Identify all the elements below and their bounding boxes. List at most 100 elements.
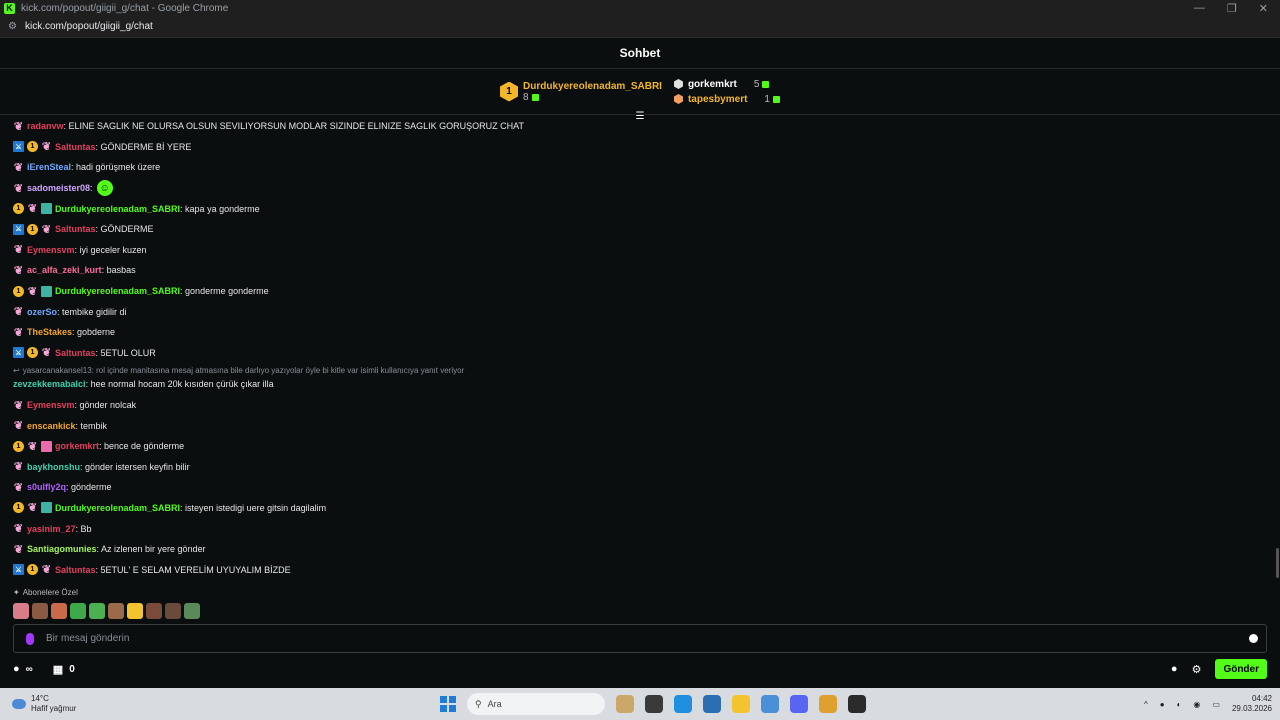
chat-username[interactable]: zevzekkemabalci <box>13 379 86 389</box>
og-badge-icon[interactable]: ❦ <box>13 461 24 473</box>
chat-username[interactable]: Saltuntas <box>55 348 96 358</box>
close-icon[interactable]: ✕ <box>1259 2 1268 15</box>
taskbar-app-icon[interactable] <box>645 695 663 713</box>
taskbar-app-icon[interactable] <box>616 695 634 713</box>
quick-emote-icon[interactable] <box>32 603 48 619</box>
scrollbar[interactable] <box>1276 548 1279 578</box>
chat-message-list[interactable]: ❦ radanvw: ELINE SAGLIK NE OLURSA OLSUN S… <box>0 116 1280 586</box>
chat-bubble-icon[interactable]: ● <box>1171 663 1178 675</box>
taskbar-app-icon[interactable] <box>848 695 866 713</box>
quick-emote-icon[interactable] <box>51 603 67 619</box>
chat-message[interactable]: ❦ iErenSteal: hadi görüşmek üzere <box>13 157 1280 178</box>
subscriber-badge-icon[interactable]: 1 <box>27 141 38 153</box>
gifter-badge-icon[interactable] <box>41 440 52 452</box>
gift-box-icon[interactable]: ▦ <box>53 663 63 676</box>
taskbar-app-icon[interactable] <box>674 695 692 713</box>
subscriber-badge-icon[interactable]: 1 <box>13 203 24 215</box>
moderator-badge-icon[interactable]: ⚔ <box>13 564 24 576</box>
leaderboard-first[interactable]: 1 Durdukyereolenadam_SABRI 8 <box>500 81 662 103</box>
og-badge-icon[interactable]: ❦ <box>13 420 24 432</box>
quick-emote-icon[interactable] <box>127 603 143 619</box>
message-input-box[interactable] <box>13 624 1267 653</box>
battery-icon[interactable]: ▭ <box>1212 700 1220 709</box>
message-input[interactable] <box>46 633 1249 644</box>
minimize-icon[interactable]: — <box>1194 2 1205 15</box>
chat-username[interactable]: ozerSo <box>27 307 57 317</box>
og-badge-icon[interactable]: ❦ <box>41 224 52 236</box>
chat-username[interactable]: Santiagomunies <box>27 544 97 554</box>
gear-icon[interactable]: ⚙ <box>1192 663 1202 676</box>
moderator-badge-icon[interactable]: ⚔ <box>13 223 24 235</box>
og-badge-icon[interactable]: ❦ <box>13 544 24 556</box>
url-text[interactable]: kick.com/popout/giigii_g/chat <box>25 21 153 32</box>
chat-message[interactable]: 1 ❦ Durdukyereolenadam_SABRI: kapa ya gond… <box>13 198 1280 219</box>
subscriber-badge-icon[interactable]: 1 <box>13 440 24 452</box>
subscriber-badge-icon[interactable]: 1 <box>13 502 24 514</box>
subscriber-badge-icon[interactable]: 1 <box>27 347 38 359</box>
og-badge-icon[interactable]: ❦ <box>13 265 24 277</box>
gift-badge-icon[interactable] <box>41 502 52 514</box>
send-button[interactable]: Gönder <box>1215 659 1267 679</box>
quick-emote-icon[interactable] <box>146 603 162 619</box>
chat-username[interactable]: gorkemkrt <box>55 441 99 451</box>
chat-username[interactable]: baykhonshu <box>27 462 80 472</box>
og-badge-icon[interactable]: ❦ <box>13 162 24 174</box>
microphone-tray-icon[interactable]: ● <box>1160 700 1165 709</box>
volume-icon[interactable]: ◉ <box>1193 700 1200 709</box>
start-button-icon[interactable] <box>440 696 456 712</box>
subscriber-badge-icon[interactable]: 1 <box>13 285 24 297</box>
network-icon[interactable]: ◐ <box>1177 700 1182 709</box>
chat-username[interactable]: iErenSteal <box>27 162 71 172</box>
quick-emote-icon[interactable] <box>13 603 29 619</box>
chat-username[interactable]: Saltuntas <box>55 142 96 152</box>
og-badge-icon[interactable]: ❦ <box>27 502 38 514</box>
quick-emote-icon[interactable] <box>70 603 86 619</box>
og-badge-icon[interactable]: ❦ <box>13 306 24 318</box>
chat-username[interactable]: enscankick <box>27 421 76 431</box>
chat-message[interactable]: ❦ Santiagomunies: Az izlenen bir yere gön… <box>13 539 1280 560</box>
tray-expand-icon[interactable]: ^ <box>1144 700 1148 709</box>
chat-message[interactable]: ⚔ 1 ❦ Saltuntas: 5ETUL' E SELAM VERELİM UYU… <box>13 559 1280 580</box>
taskbar-app-icon[interactable] <box>790 695 808 713</box>
chat-message[interactable]: ❦ s0ulfly2q: gönderme <box>13 477 1280 498</box>
chat-message[interactable]: ❦ baykhonshu: gönder istersen keyfin bili… <box>13 457 1280 478</box>
chat-message[interactable]: ❦ Eymensvm: gönder nolcak <box>13 395 1280 416</box>
taskbar-app-icon[interactable] <box>819 695 837 713</box>
taskbar-app-icon[interactable] <box>761 695 779 713</box>
og-badge-icon[interactable]: ❦ <box>13 121 24 133</box>
og-badge-icon[interactable]: ❦ <box>13 523 24 535</box>
chat-message[interactable]: ❦ ac_alfa_zeki_kurt: basbas <box>13 260 1280 281</box>
chat-message[interactable]: ⚔ 1 ❦ Saltuntas: GÖNDERME Bİ YERE <box>13 137 1280 158</box>
chat-message[interactable]: ❦ enscankick: tembik <box>13 415 1280 436</box>
chat-message[interactable]: 1 ❦ gorkemkrt: bence de gönderme <box>13 436 1280 457</box>
og-badge-icon[interactable]: ❦ <box>27 441 38 453</box>
clock[interactable]: 04:42 29.03.2026 <box>1232 694 1272 714</box>
kick-points-icon[interactable]: ● <box>13 663 20 675</box>
chat-message[interactable]: ❦ yasinim_27: Bb <box>13 518 1280 539</box>
chat-username[interactable]: s0ulfly2q <box>27 482 66 492</box>
microphone-icon[interactable] <box>26 632 34 645</box>
leaderboard-row[interactable]: tapesbymert 1 <box>673 94 780 105</box>
chat-username[interactable]: Saltuntas <box>55 224 96 234</box>
og-badge-icon[interactable]: ❦ <box>27 286 38 298</box>
emoji-picker-icon[interactable] <box>1249 634 1258 643</box>
chat-username[interactable]: Durdukyereolenadam_SABRI <box>55 286 180 296</box>
chat-message[interactable]: zevzekkemabalci: hee normal hocam 20k kı… <box>13 374 1280 395</box>
reply-reference[interactable]: ↩ yasarcanakansel13: rol içinde manitasın… <box>13 363 1280 375</box>
chat-username[interactable]: Durdukyereolenadam_SABRI <box>55 204 180 214</box>
quick-emote-icon[interactable] <box>184 603 200 619</box>
gift-badge-icon[interactable] <box>41 203 52 215</box>
chat-message[interactable]: ❦ TheStakes: gobderne <box>13 322 1280 343</box>
address-bar[interactable]: ⚙ kick.com/popout/giigii_g/chat <box>0 16 1280 38</box>
chat-message[interactable]: ❦ radanvw: ELINE SAGLIK NE OLURSA OLSUN S… <box>13 116 1280 137</box>
og-badge-icon[interactable]: ❦ <box>41 564 52 576</box>
weather-widget[interactable]: 14°C Hafif yağmur <box>0 694 76 714</box>
subscriber-badge-icon[interactable]: 1 <box>27 223 38 235</box>
chat-username[interactable]: TheStakes <box>27 327 72 337</box>
chat-username[interactable]: Eymensvm <box>27 400 75 410</box>
moderator-badge-icon[interactable]: ⚔ <box>13 141 24 153</box>
emote-icon[interactable]: ☺ <box>96 180 113 197</box>
chat-username[interactable]: Durdukyereolenadam_SABRI <box>55 503 180 513</box>
chat-username[interactable]: radanvw <box>27 121 64 131</box>
taskbar-app-icon[interactable] <box>703 695 721 713</box>
